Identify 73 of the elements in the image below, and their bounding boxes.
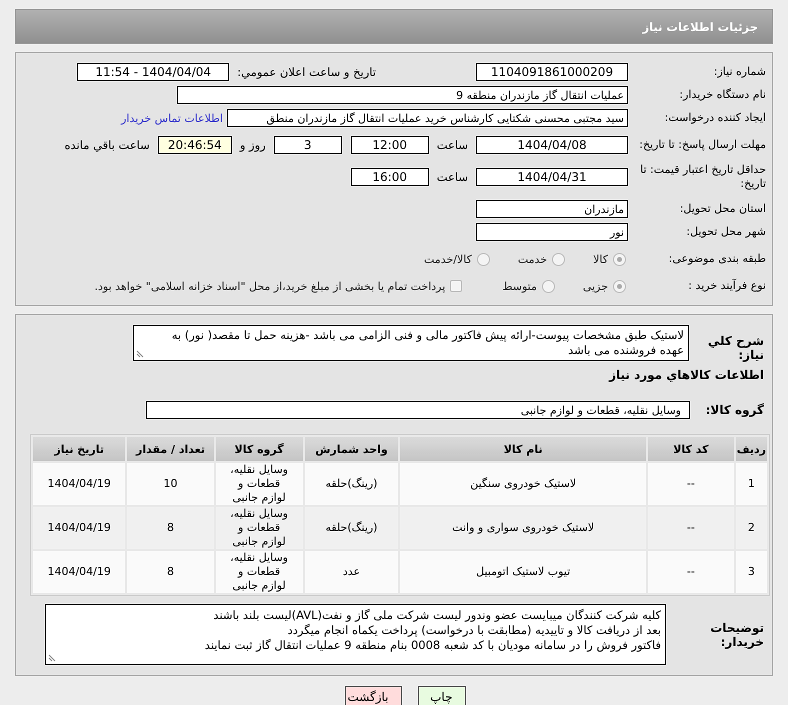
need-number-field: 1104091861000209 (476, 63, 628, 81)
table-cell: -- (648, 463, 734, 505)
time-field: 16:00 (350, 168, 429, 186)
field-label: شرح کلي نیاز: (706, 334, 765, 362)
field-label: طبقه بندی موضوعی: (668, 252, 766, 266)
resize-grip-icon[interactable] (48, 654, 56, 662)
table-cell: تیوب لاستیک اتومبیل (400, 551, 646, 593)
days-field: 3 (274, 136, 342, 154)
field-label: ایجاد کننده درخواست: (664, 111, 766, 125)
field-label: گروه کالا: (704, 403, 765, 417)
announce-date-field: 1404/04/04 - 11:54 (77, 63, 230, 81)
table-cell: 10 (127, 463, 214, 505)
table-cell: عدد (304, 551, 398, 593)
radio-button[interactable]: خدمت (518, 252, 566, 266)
table-cell: -- (648, 551, 734, 593)
date-field: 1404/04/31 (476, 168, 628, 186)
radio-button[interactable]: متوسط (502, 280, 555, 292)
remaining-label: ساعت باقي مانده (64, 138, 150, 152)
buyer-notes-text: کلیه شرکت کنندگان میبایست عضو وندور لیست شرکت ملی گاز و نفت(AVL)لیست بلند باشند بعد از دریافت کالا و تاییدیه (مطابقت با درخواست) پرداخت یکماه انجام میگردد فاکتور فروش را در سامانه مودیان با کد شعبه 0008 بنام منطقه 9 عملیات انتقال گاز ثبت نمایند (204, 608, 661, 653)
date-field: 1404/04/08 (476, 136, 628, 154)
column-header: تاریخ نیاز (33, 437, 126, 461)
table-cell: وسایل نقلیه، قطعات و لوازم جانبی (216, 551, 303, 593)
table-cell: 1404/04/19 (33, 551, 126, 593)
province-field: مازندران (476, 200, 628, 218)
table-cell: 1404/04/19 (33, 507, 126, 549)
buyer-org-field: عملیات انتقال گاز مازندران منطقه 9 (177, 86, 628, 104)
page-title: جزئیات اطلاعات نیاز (642, 20, 758, 34)
column-header: تعداد / مقدار (127, 437, 214, 461)
field-label: نام دستگاه خریدار: (678, 88, 766, 102)
days-label: روز و (240, 138, 266, 152)
table-cell: وسایل نقلیه، قطعات و لوازم جانبی (216, 507, 303, 549)
table-cell: لاستیک خودروی سنگین (400, 463, 646, 505)
field-label: شماره نیاز: (712, 65, 766, 79)
field-label: تاریخ و ساعت اعلان عمومي: (237, 65, 376, 79)
resize-grip-icon[interactable] (136, 350, 144, 358)
field-label: استان محل تحویل: (678, 202, 766, 216)
field-label: شهر محل تحویل: (685, 225, 766, 239)
remaining-time-field: 20:46:54 (158, 136, 232, 154)
field-label: توضیحات خریدار: (709, 620, 765, 648)
radio-button[interactable]: جزیی (582, 280, 626, 292)
field-label: مهلت ارسال پاسخ: تا تاریخ: (638, 138, 766, 152)
treasury-checkbox[interactable]: پرداخت تمام یا بخشی از مبلغ خرید،از محل "اسناد خزانه اسلامی" خواهد بود. (94, 280, 462, 292)
table-cell: (رینگ)حلقه (304, 507, 398, 549)
table-cell: 8 (127, 507, 214, 549)
table-cell: 3 (736, 551, 767, 593)
description-text: لاستیک طبق مشخصات پیوست-ارائه پیش فاکتور مالی و فنی الزامی می باشد -هزینه حمل تا مقصد( نور) به عهده فروشنده می باشد (172, 328, 684, 357)
table-cell: لاستیک خودروی سواری و وانت (400, 507, 646, 549)
section-title: اطلاعات کالاهاي مورد نیاز (608, 368, 765, 382)
time-label: ساعت (436, 138, 468, 152)
time-label: ساعت (436, 170, 468, 184)
table-cell: -- (648, 507, 734, 549)
field-label: حداقل تاریخ اعتبار قیمت: تا تاریخ: (639, 163, 766, 191)
column-header: نام کالا (400, 437, 646, 461)
column-header: واحد شمارش (304, 437, 398, 461)
table-cell: (رینگ)حلقه (304, 463, 398, 505)
table-cell: وسایل نقلیه، قطعات و لوازم جانبی (216, 463, 303, 505)
radio-button[interactable]: کالا/خدمت (424, 252, 490, 266)
city-field: نور (476, 223, 628, 241)
print-button[interactable]: چاپ (418, 686, 466, 705)
table-cell: 1 (736, 463, 767, 505)
back-button[interactable]: بازگشت (344, 686, 402, 705)
time-field: 12:00 (350, 136, 429, 154)
creator-field: سید مجتبی محسنی شکتایی کارشناس خرید عملیات انتقال گاز مازندران منطق (227, 109, 628, 127)
table-cell: 2 (736, 507, 767, 549)
contact-link[interactable]: اطلاعات تماس خریدار (121, 112, 223, 124)
table-cell: 1404/04/19 (33, 463, 126, 505)
field-label: نوع فرآیند خرید : (687, 279, 766, 293)
radio-button[interactable]: کالا (593, 252, 626, 266)
table-cell: 8 (127, 551, 214, 593)
column-header: گروه کالا (216, 437, 303, 461)
column-header: کد کالا (648, 437, 734, 461)
column-header: ردیف (736, 437, 767, 461)
goods-group-field: وسایل نقلیه، قطعات و لوازم جانبی (146, 401, 690, 419)
